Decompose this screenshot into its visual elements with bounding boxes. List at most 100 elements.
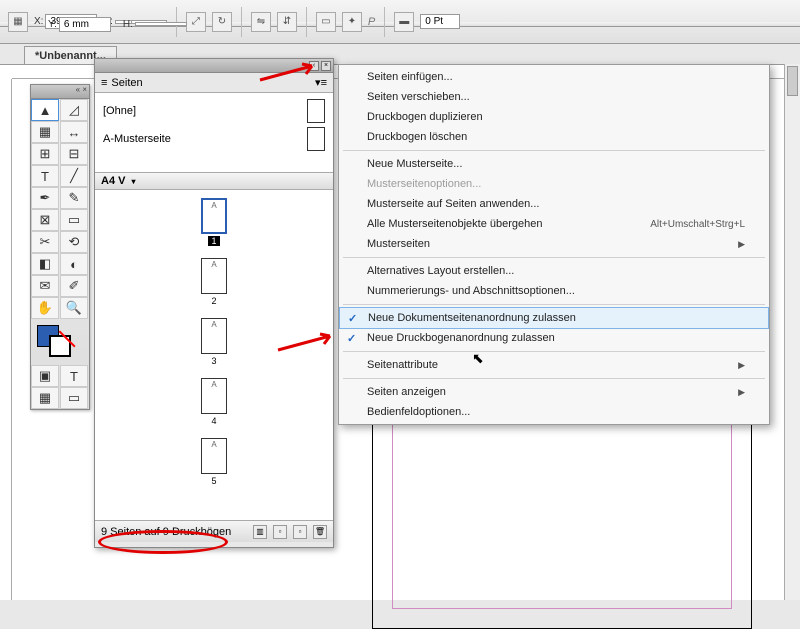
menu-item[interactable]: Druckbogen löschen [339,127,769,147]
pages-list[interactable]: A1A2A3A4A5 [95,190,333,520]
page-thumb[interactable]: A [201,258,227,294]
menu-item-label: Neue Druckbogenanordnung zulassen [367,332,555,344]
type-tool[interactable]: T [31,165,59,187]
menu-item[interactable]: Alle Musterseitenobjekte übergehenAlt+Um… [339,214,769,234]
menu-item[interactable]: Bedienfeldoptionen... [339,402,769,422]
menu-item[interactable]: Musterseiten▶ [339,234,769,254]
h-field[interactable] [135,22,187,26]
panel-collapse-button[interactable]: ‹ [309,61,319,71]
master-a-label: A-Musterseite [103,133,171,145]
layout-header[interactable]: A4 V ▾ [95,173,333,190]
note-tool[interactable]: ✉ [31,275,59,297]
eyedropper-tool[interactable]: ✐ [60,275,88,297]
menu-item[interactable]: Seiten einfügen... [339,67,769,87]
page-number-label: 4 [208,416,219,426]
pages-panel-titlebar[interactable]: ‹ × [95,59,333,73]
scissors-tool[interactable]: ✂ [31,231,59,253]
stroke-icon[interactable]: ▬ [394,12,414,32]
menu-item[interactable]: Seitenattribute▶ [339,355,769,375]
page-tool[interactable]: ▦ [31,121,59,143]
menu-item-label: Druckbogen löschen [367,131,467,143]
menu-item-label: Alternatives Layout erstellen... [367,265,514,277]
new-page-alt-button[interactable]: ▫ [293,525,307,539]
menu-item-label: Seitenattribute [367,359,438,371]
menu-item-label: Musterseite auf Seiten anwenden... [367,198,539,210]
delete-page-button[interactable]: 🗑 [313,525,327,539]
rotate-icon[interactable]: ↻ [212,12,232,32]
pencil-tool[interactable]: ✎ [60,187,88,209]
apply-none-button[interactable]: T [60,365,88,387]
free-transform-tool[interactable]: ⟲ [60,231,88,253]
menu-item[interactable]: Musterseite auf Seiten anwenden... [339,194,769,214]
page-thumb[interactable]: A [201,198,227,234]
x-label: X: [34,16,43,27]
page-item[interactable]: A4 [95,378,333,426]
pages-panel-title: Seiten [111,77,142,89]
menu-item-label: Druckbogen duplizieren [367,111,483,123]
vertical-ruler[interactable] [0,79,12,600]
menu-item-label: Nummerierungs- und Abschnittsoptionen... [367,285,575,297]
menu-separator [343,150,765,151]
scale-icon[interactable]: ⤢ [186,12,206,32]
master-a-thumb[interactable] [307,127,325,151]
flip-v-icon[interactable]: ⇵ [277,12,297,32]
menu-item[interactable]: Seiten verschieben... [339,87,769,107]
hand-tool[interactable]: ✋ [31,297,59,319]
page-thumb[interactable]: A [201,378,227,414]
menu-item[interactable]: Druckbogen duplizieren [339,107,769,127]
panel-menu-button[interactable]: ▾≡ [315,76,327,89]
reference-point-icon[interactable]: ▦ [8,12,28,32]
content-icon[interactable]: ✦ [342,12,362,32]
flip-h-icon[interactable]: ⇋ [251,12,271,32]
menu-item[interactable]: Neue Musterseite... [339,154,769,174]
page-thumb[interactable]: A [201,438,227,474]
apply-color-button[interactable]: ▣ [31,365,59,387]
y-field[interactable]: 6 mm [59,17,111,32]
paragraph-marker-icon: P [368,16,375,28]
master-none-row[interactable]: [Ohne] [99,97,329,125]
masters-section[interactable]: [Ohne] A-Musterseite [95,93,333,173]
page-thumb[interactable]: A [201,318,227,354]
container-icon[interactable]: ▭ [316,12,336,32]
layout-dropdown-icon[interactable]: ▾ [131,177,135,186]
panel-close-button[interactable]: × [321,61,331,71]
stroke-weight-field[interactable]: 0 Pt [420,14,460,29]
gap-tool[interactable]: ↔ [60,121,88,143]
page-number-label: 2 [208,296,219,306]
line-tool[interactable]: ╱ [60,165,88,187]
content-placer-tool[interactable]: ⊟ [60,143,88,165]
tools-panel-header[interactable]: « × [31,85,89,99]
menu-item[interactable]: Seiten anzeigen▶ [339,382,769,402]
new-page-button[interactable]: ▫ [273,525,287,539]
gradient-feather-tool[interactable]: ◐ [60,253,88,275]
menu-item[interactable]: ✓Neue Druckbogenanordnung zulassen [339,328,769,348]
master-none-thumb[interactable] [307,99,325,123]
page-item[interactable]: A1 [95,198,333,246]
tools-panel: « × ▲ ◿ ▦ ↔ ⊞ ⊟ T ╱ ✒ ✎ ⊠ ▭ ✂ ⟲ ◧ ◐ ✉ ✐ … [30,84,90,410]
page-item[interactable]: A3 [95,318,333,366]
edit-page-size-button[interactable]: ▥ [253,525,267,539]
master-a-row[interactable]: A-Musterseite [99,125,329,153]
view-mode-normal[interactable]: ▦ [31,387,59,409]
gradient-swatch-tool[interactable]: ◧ [31,253,59,275]
fill-stroke-proxy[interactable] [31,323,89,361]
vertical-scrollbar[interactable] [784,64,800,600]
pen-tool[interactable]: ✒ [31,187,59,209]
h-label: H: [123,19,133,30]
page-item[interactable]: A5 [95,438,333,486]
content-collector-tool[interactable]: ⊞ [31,143,59,165]
rectangle-tool[interactable]: ▭ [60,209,88,231]
direct-selection-tool[interactable]: ◿ [60,99,88,121]
rectangle-frame-tool[interactable]: ⊠ [31,209,59,231]
menu-item[interactable]: Alternatives Layout erstellen... [339,261,769,281]
menu-item[interactable]: Nummerierungs- und Abschnittsoptionen... [339,281,769,301]
menu-item[interactable]: ✓Neue Dokumentseitenanordnung zulassen [339,307,769,329]
selection-tool[interactable]: ▲ [31,99,59,121]
zoom-tool[interactable]: 🔍 [60,297,88,319]
page-item[interactable]: A2 [95,258,333,306]
view-mode-preview[interactable]: ▭ [60,387,88,409]
page-number-label: 1 [208,236,219,246]
menu-item: Musterseitenoptionen... [339,174,769,194]
pages-panel-tab[interactable]: ≡ Seiten ▾≡ [95,73,333,93]
pages-status-text: 9 Seiten auf 9 Druckbögen [101,526,231,538]
